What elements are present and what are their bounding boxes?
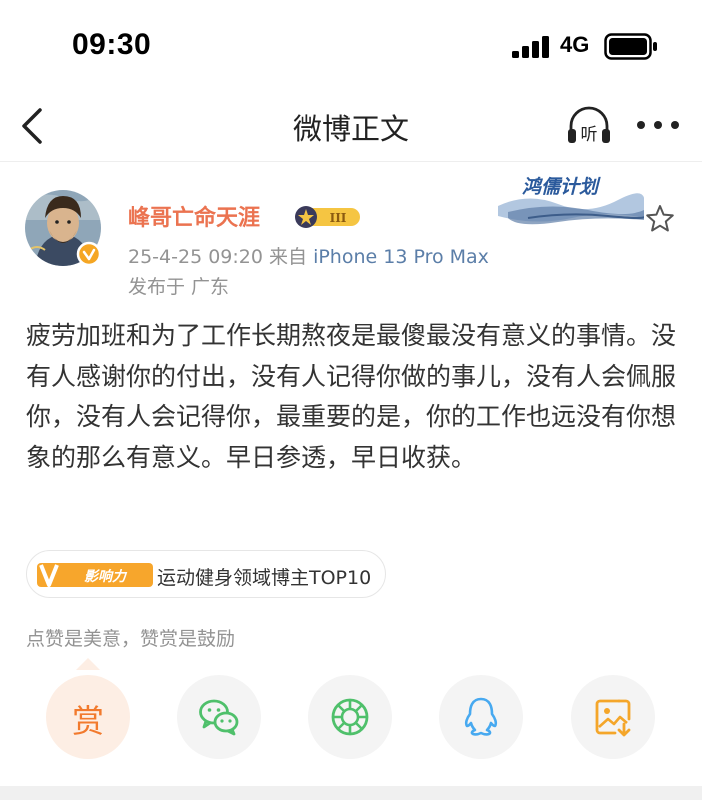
post-timestamp: 25-4-25 09:20 xyxy=(128,246,263,268)
reward-button[interactable]: 赏 xyxy=(46,675,130,759)
influence-tag[interactable]: 影响力 运动健身领域博主TOP10 xyxy=(26,550,386,598)
listen-icon[interactable]: 听 xyxy=(565,104,613,148)
post-location: 发布于 广东 xyxy=(128,276,230,298)
post-text: 疲劳加班和为了工作长期熬夜是最傻最没有意义的事情。没有人感谢你的付出，没有人记得… xyxy=(26,321,677,472)
status-bar: 09:30 4G xyxy=(0,0,702,92)
nav-bar: 微博正文 听 xyxy=(0,92,702,162)
more-icon[interactable] xyxy=(636,120,680,130)
listen-label: 听 xyxy=(581,125,598,145)
reward-icon: 赏 xyxy=(71,702,104,740)
pointer-arrow-icon xyxy=(76,658,100,670)
author-name[interactable]: 峰哥亡命天涯 xyxy=(128,200,260,232)
network-type: 4G xyxy=(560,32,590,57)
battery-icon xyxy=(604,33,657,60)
influence-badge-icon: 影响力 xyxy=(37,563,153,587)
moments-icon xyxy=(331,698,369,736)
status-time: 09:30 xyxy=(72,28,152,61)
save-image-button[interactable] xyxy=(571,675,655,759)
level-badge-icon: III xyxy=(295,206,360,228)
star-icon[interactable] xyxy=(644,203,676,235)
wechat-icon xyxy=(199,699,239,736)
campaign-label: 鸿儒计划 xyxy=(522,176,599,198)
share-moments-button[interactable] xyxy=(308,675,392,759)
signal-icon xyxy=(512,36,549,58)
post-meta: 25-4-25 09:20 来自 iPhone 13 Pro Max xyxy=(128,242,489,269)
level-label: III xyxy=(330,211,347,225)
qq-icon xyxy=(464,697,498,736)
post-source[interactable]: iPhone 13 Pro Max xyxy=(313,246,489,268)
influence-badge-text: 影响力 xyxy=(84,568,128,585)
avatar[interactable] xyxy=(25,190,102,267)
share-qq-button[interactable] xyxy=(439,675,523,759)
save-image-icon xyxy=(595,699,631,737)
reward-hint: 点赞是美意，赞赏是鼓励 xyxy=(26,628,236,650)
source-prefix: 来自 xyxy=(269,246,308,268)
bottom-divider xyxy=(0,786,702,800)
influence-label: 运动健身领域博主TOP10 xyxy=(157,567,372,589)
share-wechat-button[interactable] xyxy=(177,675,261,759)
